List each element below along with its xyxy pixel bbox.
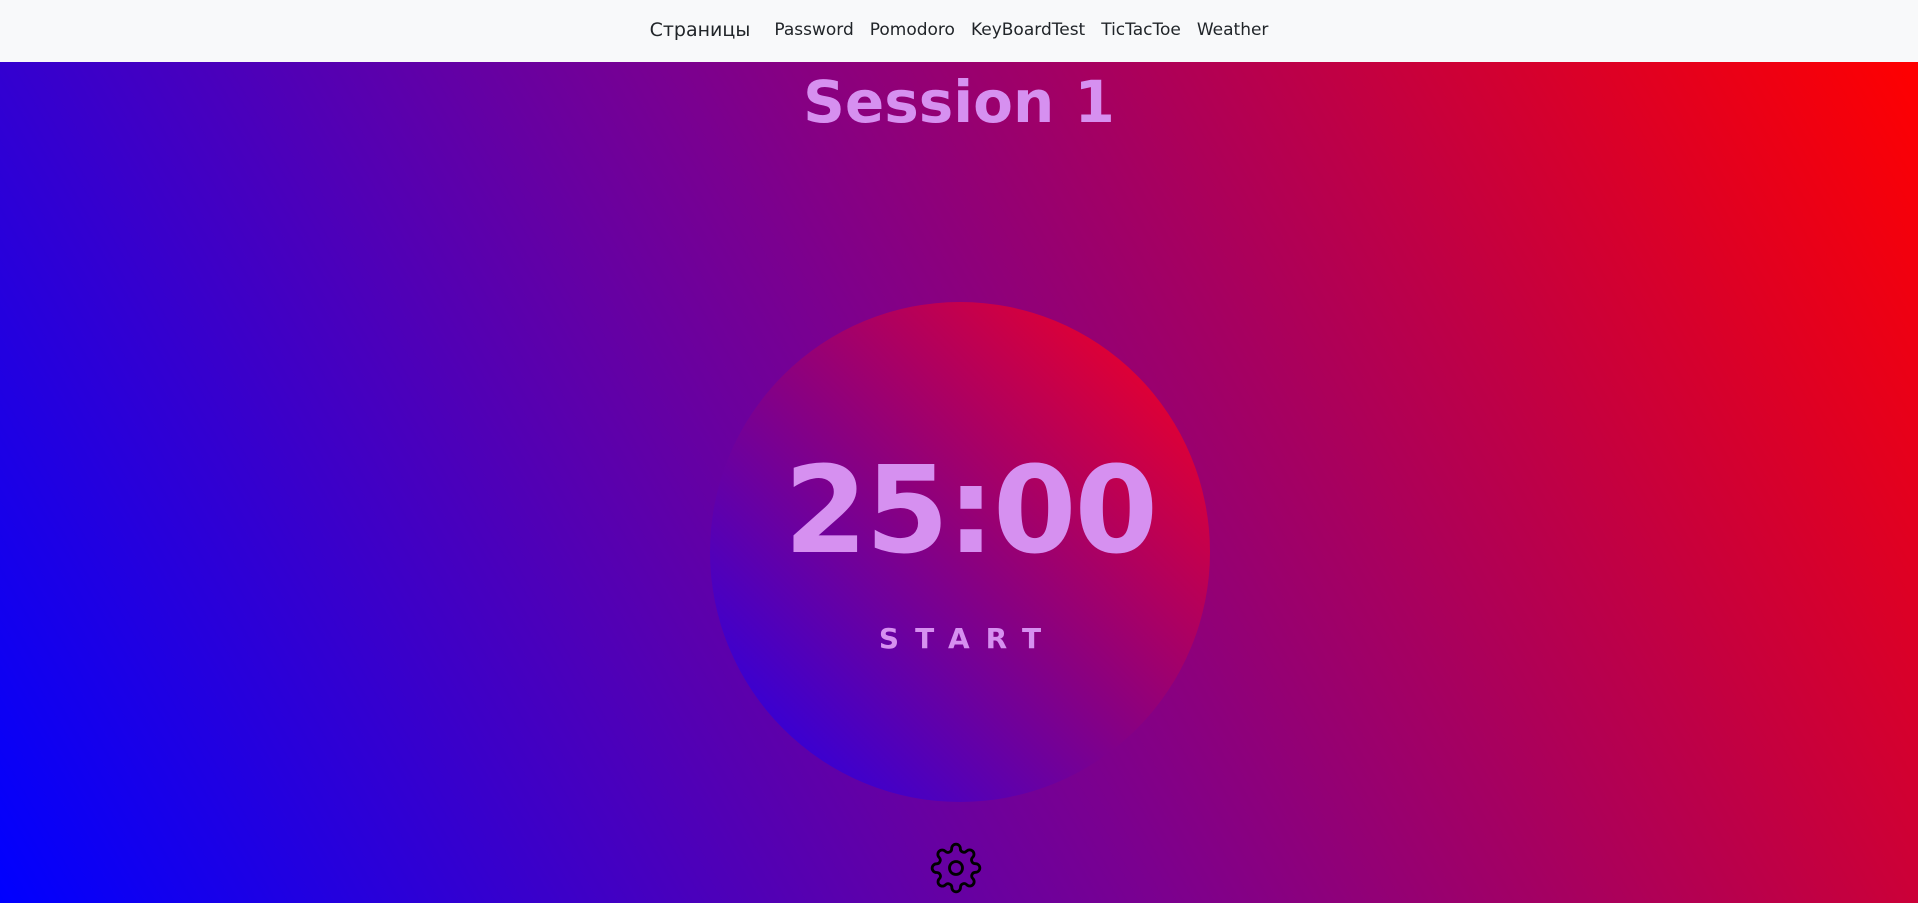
- navbar-brand[interactable]: Страницы: [650, 19, 751, 41]
- nav-link-weather[interactable]: Weather: [1197, 20, 1269, 40]
- gear-icon[interactable]: [930, 842, 982, 894]
- timer-circle[interactable]: 25:00 START: [710, 302, 1210, 802]
- session-title: Session 1: [803, 68, 1115, 136]
- nav-link-keyboardtest[interactable]: KeyBoardTest: [971, 20, 1085, 40]
- time-display: 25:00: [784, 442, 1158, 581]
- nav-link-tictactoe[interactable]: TicTacToe: [1101, 20, 1181, 40]
- pomodoro-main: Session 1 25:00 START: [0, 62, 1918, 903]
- nav-links: Password Pomodoro KeyBoardTest TicTacToe…: [774, 20, 1268, 40]
- nav-link-pomodoro[interactable]: Pomodoro: [870, 20, 955, 40]
- navbar: Страницы Password Pomodoro KeyBoardTest …: [0, 0, 1918, 62]
- start-button[interactable]: START: [710, 622, 1210, 655]
- nav-link-password[interactable]: Password: [774, 20, 853, 40]
